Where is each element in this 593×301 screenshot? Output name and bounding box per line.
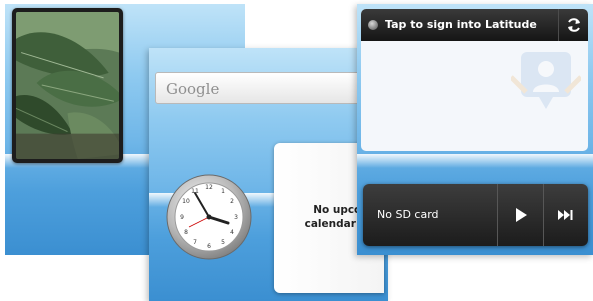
status-indicator-icon (368, 20, 378, 30)
plant-photo (16, 12, 119, 159)
play-icon (515, 208, 527, 222)
svg-text:1: 1 (221, 188, 225, 195)
next-track-button[interactable] (543, 184, 588, 246)
svg-text:5: 5 (221, 239, 225, 246)
google-search-widget[interactable]: Google (155, 72, 388, 104)
play-button[interactable] (497, 184, 543, 246)
refresh-icon (568, 18, 580, 32)
svg-text:9: 9 (180, 214, 184, 221)
svg-text:4: 4 (230, 229, 234, 236)
music-status-text: No SD card (377, 208, 439, 221)
svg-text:10: 10 (182, 198, 190, 205)
svg-text:2: 2 (230, 198, 234, 205)
home-screen-panel-right: Tap to sign into Latitude No SD card (357, 4, 593, 255)
home-screen-panel-center: Google 1212 345 678 91011 No upcoming ca… (149, 48, 388, 301)
latitude-sign-in-label[interactable]: Tap to sign into Latitude (385, 18, 537, 31)
music-player-widget[interactable]: No SD card (363, 184, 588, 246)
svg-text:3: 3 (234, 214, 238, 221)
svg-text:6: 6 (207, 243, 211, 250)
svg-text:12: 12 (205, 184, 213, 191)
latitude-logo-icon (511, 52, 581, 109)
refresh-button[interactable] (558, 9, 588, 41)
wallpaper-horizon (357, 154, 593, 168)
photo-frame-widget[interactable] (12, 8, 123, 163)
svg-text:7: 7 (193, 239, 197, 246)
next-track-icon (558, 210, 573, 220)
search-label: Google (166, 80, 220, 98)
svg-text:8: 8 (184, 229, 188, 236)
analog-clock-widget[interactable]: 1212 345 678 91011 (165, 173, 253, 261)
latitude-widget[interactable]: Tap to sign into Latitude (361, 9, 588, 151)
latitude-header[interactable]: Tap to sign into Latitude (361, 9, 588, 41)
